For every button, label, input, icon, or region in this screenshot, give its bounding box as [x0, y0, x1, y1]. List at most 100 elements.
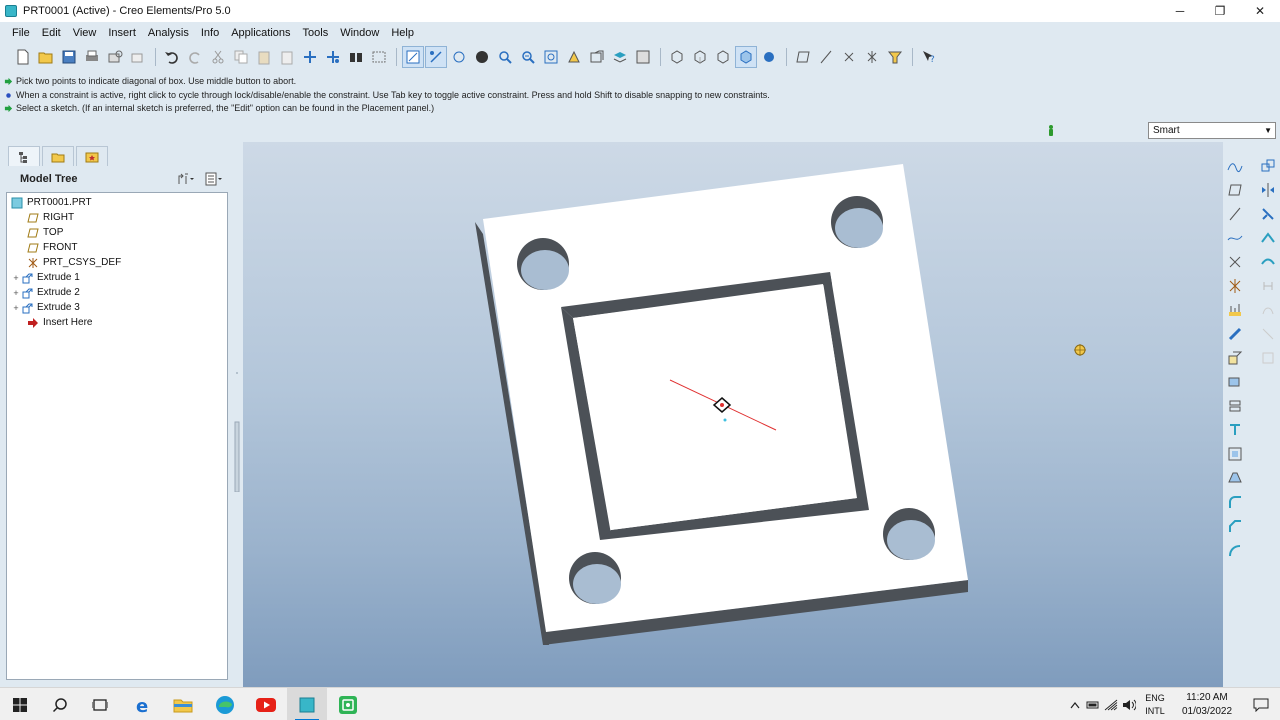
copy-geometry-icon[interactable] — [1258, 154, 1278, 178]
task-view-icon[interactable] — [80, 688, 120, 720]
cut-icon[interactable] — [207, 46, 229, 68]
blend-tool-icon[interactable] — [1225, 418, 1245, 442]
rib-tool-icon[interactable] — [1225, 538, 1245, 562]
navigator-splitter[interactable] — [234, 342, 240, 492]
expand-icon[interactable]: + — [11, 288, 21, 298]
hole-tool-icon[interactable] — [1225, 322, 1245, 346]
datum-plane-tool-icon[interactable] — [1225, 178, 1245, 202]
search-icon[interactable] — [40, 688, 80, 720]
menu-applications[interactable]: Applications — [225, 27, 296, 39]
edge-icon[interactable] — [205, 688, 245, 720]
reorient-icon[interactable] — [563, 46, 585, 68]
notification-icon[interactable] — [1242, 688, 1280, 720]
csys-tool-icon[interactable] — [1225, 274, 1245, 298]
tree-item-extrude-1[interactable]: + Extrude 1 — [7, 270, 227, 285]
shading-wireframe-icon[interactable] — [666, 46, 688, 68]
menu-tools[interactable]: Tools — [297, 27, 335, 39]
round-tool-icon[interactable] — [1225, 490, 1245, 514]
expand-icon[interactable]: + — [11, 273, 21, 283]
annotation-toggle-icon[interactable] — [884, 46, 906, 68]
offset-tool-icon[interactable] — [1258, 298, 1278, 322]
tree-settings-button[interactable] — [172, 171, 200, 187]
menu-analysis[interactable]: Analysis — [142, 27, 195, 39]
menu-info[interactable]: Info — [195, 27, 225, 39]
selection-filter-dropdown[interactable]: Smart ▼ — [1148, 122, 1276, 139]
revolve-tool-icon[interactable] — [1225, 370, 1245, 394]
tree-item-part[interactable]: PRT0001.PRT — [7, 195, 227, 210]
chamfer-tool-icon[interactable] — [1225, 514, 1245, 538]
merge-tool-icon[interactable] — [1258, 226, 1278, 250]
open-folder-icon[interactable] — [35, 46, 57, 68]
draft-tool-icon[interactable] — [1225, 466, 1245, 490]
datum-points-toggle-icon[interactable] — [838, 46, 860, 68]
context-help-icon[interactable]: ? — [918, 46, 940, 68]
edge-legacy-icon[interactable]: e — [123, 688, 163, 720]
datum-point-tool-icon[interactable] — [1225, 250, 1245, 274]
close-button[interactable]: ✕ — [1240, 0, 1280, 22]
constraint-display-icon[interactable] — [425, 46, 447, 68]
sketch-tool-icon[interactable] — [1225, 154, 1245, 178]
tree-item-extrude-2[interactable]: + Extrude 2 — [7, 285, 227, 300]
select-box-icon[interactable] — [368, 46, 390, 68]
zoom-in-icon[interactable] — [494, 46, 516, 68]
chevron-up-icon[interactable] — [1066, 688, 1084, 720]
shading-shaded-icon[interactable] — [735, 46, 757, 68]
tree-item-front[interactable]: FRONT — [7, 240, 227, 255]
menu-view[interactable]: View — [67, 27, 103, 39]
clock[interactable]: 11:20 AM 01/03/2022 — [1172, 691, 1242, 719]
tab-folder-browser[interactable] — [42, 146, 74, 166]
tree-item-csys[interactable]: PRT_CSYS_DEF — [7, 255, 227, 270]
youtube-icon[interactable] — [246, 688, 286, 720]
creo-app-icon[interactable] — [287, 688, 327, 720]
file-explorer-icon[interactable] — [163, 688, 203, 720]
datum-curve-tool-icon[interactable] — [1225, 226, 1245, 250]
tree-show-button[interactable] — [200, 171, 228, 187]
print-icon[interactable] — [81, 46, 103, 68]
datum-axes-toggle-icon[interactable] — [815, 46, 837, 68]
tree-item-right[interactable]: RIGHT — [7, 210, 227, 225]
save-icon[interactable] — [58, 46, 80, 68]
refit-icon[interactable] — [540, 46, 562, 68]
extend-tool-icon[interactable] — [1258, 274, 1278, 298]
tree-item-extrude-3[interactable]: + Extrude 3 — [7, 300, 227, 315]
input-language[interactable]: ENG INTL — [1138, 692, 1172, 718]
menu-file[interactable]: File — [6, 27, 36, 39]
tab-favorites[interactable] — [76, 146, 108, 166]
maximize-button[interactable]: ❐ — [1200, 0, 1240, 22]
copy-icon[interactable] — [230, 46, 252, 68]
mirror-tool-icon[interactable] — [1258, 178, 1278, 202]
display-style-icon[interactable] — [471, 46, 493, 68]
sweep-tool-icon[interactable] — [1225, 394, 1245, 418]
paste-icon[interactable] — [253, 46, 275, 68]
view-manager-icon[interactable] — [632, 46, 654, 68]
solidify-tool-icon[interactable] — [1258, 346, 1278, 370]
csys-toggle-icon[interactable] — [861, 46, 883, 68]
shading-hidden-icon[interactable] — [689, 46, 711, 68]
datum-axis-tool-icon[interactable] — [1225, 202, 1245, 226]
menu-help[interactable]: Help — [385, 27, 420, 39]
wifi-icon[interactable] — [1102, 688, 1120, 720]
email-link-icon[interactable] — [127, 46, 149, 68]
analysis-tool-icon[interactable] — [1225, 298, 1245, 322]
tree-item-top[interactable]: TOP — [7, 225, 227, 240]
tab-model-tree[interactable] — [8, 146, 40, 166]
dimension-display-icon[interactable] — [448, 46, 470, 68]
email-icon[interactable] — [104, 46, 126, 68]
regenerate-icon[interactable] — [299, 46, 321, 68]
datum-planes-toggle-icon[interactable] — [792, 46, 814, 68]
appearance-icon[interactable] — [758, 46, 780, 68]
minimize-button[interactable]: ─ — [1160, 0, 1200, 22]
model-view[interactable] — [243, 142, 1223, 687]
thicken-tool-icon[interactable] — [1258, 322, 1278, 346]
menu-edit[interactable]: Edit — [36, 27, 67, 39]
windows-start-icon[interactable] — [0, 688, 40, 720]
screen-recorder-icon[interactable] — [328, 688, 368, 720]
volume-icon[interactable] — [1120, 688, 1138, 720]
shell-tool-icon[interactable] — [1225, 442, 1245, 466]
tree-item-insert-here[interactable]: Insert Here — [7, 315, 227, 330]
pattern-tool-icon[interactable] — [1258, 202, 1278, 226]
layers-icon[interactable] — [609, 46, 631, 68]
battery-icon[interactable] — [1084, 688, 1102, 720]
menu-window[interactable]: Window — [334, 27, 385, 39]
sketch-display-icon[interactable] — [402, 46, 424, 68]
